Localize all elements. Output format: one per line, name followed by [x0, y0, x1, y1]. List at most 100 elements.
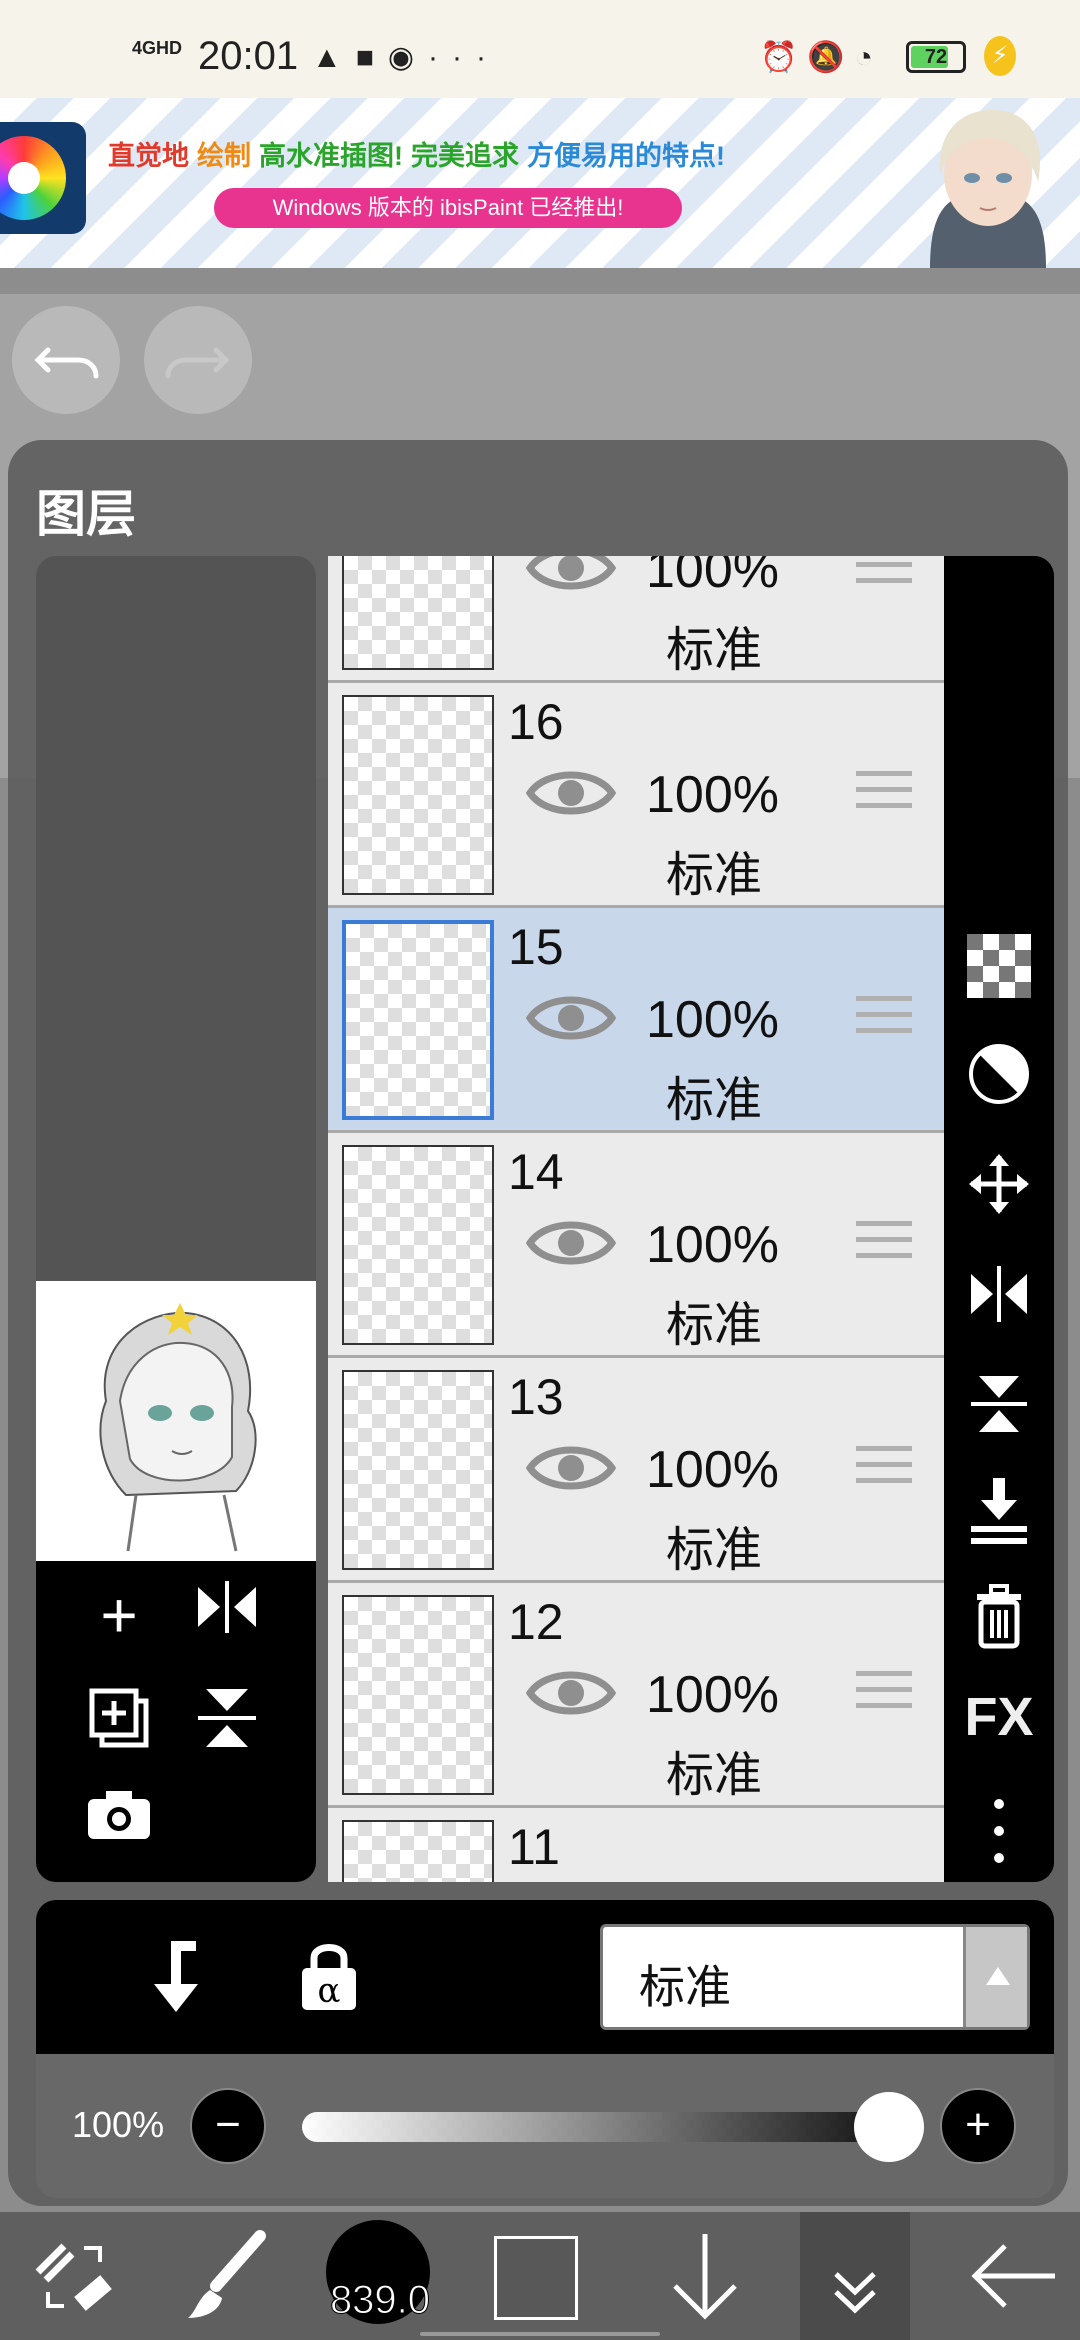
- layer-row[interactable]: 15 100% 标准: [328, 908, 944, 1133]
- layer-rows: 100% 标准 16 100% 标准 15 100% 标准 14 100% 标准 13 100% 标准 12…: [328, 556, 944, 1882]
- dropdown-arrow-icon[interactable]: [963, 1927, 1027, 2027]
- back-button[interactable]: [960, 2212, 1070, 2340]
- camera-button[interactable]: [74, 1783, 164, 1863]
- eye-icon[interactable]: [526, 1663, 616, 1723]
- opacity-slider-thumb[interactable]: [854, 2092, 924, 2162]
- layer-opacity: 100%: [646, 991, 779, 1049]
- opacity-slider[interactable]: [302, 2112, 906, 2142]
- undo-icon: [34, 347, 99, 379]
- layer-thumbnail[interactable]: [342, 1145, 494, 1345]
- layer-panel: 图层 + 100% 标准 16 100% 标准 15 100% 标准 14 10…: [8, 440, 1068, 2206]
- alarm-icon: ⏰: [760, 41, 808, 74]
- layer-flip-vertical-button[interactable]: [944, 1372, 1054, 1449]
- ad-headline-segment: 方便易用的特点!: [527, 141, 725, 171]
- clip-arrow-icon: [154, 1941, 198, 2012]
- layer-row[interactable]: 16 100% 标准: [328, 683, 944, 908]
- eye-icon[interactable]: [526, 988, 616, 1048]
- drag-handle-icon[interactable]: [856, 1221, 912, 1269]
- flip-vertical-icon: [971, 1376, 1027, 1432]
- layer-row[interactable]: 1166%: [328, 1808, 944, 1882]
- eye-icon[interactable]: [526, 1213, 616, 1273]
- redo-button[interactable]: [144, 306, 252, 414]
- brush-icon: [188, 2230, 266, 2318]
- half-circle-icon: [969, 1044, 1029, 1104]
- layer-number: 16: [508, 694, 564, 750]
- mute-icon: 🔕: [807, 41, 855, 74]
- layer-thumbnail[interactable]: [342, 1595, 494, 1795]
- layer-opacity: 100%: [646, 1216, 779, 1274]
- drag-handle-icon[interactable]: [856, 556, 912, 594]
- add-layer-button[interactable]: +: [74, 1575, 164, 1655]
- status-bar: 4GHD 20:01 ▲■◉··· ⏰🔕◔ 72 ⚡: [0, 0, 1080, 98]
- move-layer-button[interactable]: [944, 1152, 1054, 1229]
- eye-icon[interactable]: [526, 763, 616, 823]
- clip-to-below-button[interactable]: [140, 1936, 210, 2031]
- layer-row[interactable]: 13 100% 标准: [328, 1358, 944, 1583]
- blend-mode-select[interactable]: 标准: [600, 1924, 1030, 2030]
- layer-down-button[interactable]: [650, 2212, 760, 2340]
- arrow-down-icon: [673, 2234, 737, 2320]
- opacity-label: 100%: [72, 2104, 165, 2145]
- flip-horizontal-button[interactable]: [182, 1575, 272, 1655]
- opacity-minus-button[interactable]: −: [190, 2088, 266, 2164]
- brush-tool-button[interactable]: [170, 2212, 280, 2340]
- drag-handle-icon[interactable]: [856, 1671, 912, 1719]
- eye-icon[interactable]: [526, 1438, 616, 1498]
- layer-thumbnail[interactable]: [342, 1820, 494, 1882]
- tool-switch-button[interactable]: [14, 2212, 134, 2340]
- drag-handle-icon[interactable]: [856, 1446, 912, 1494]
- layer-number: 14: [508, 1144, 564, 1200]
- home-indicator: [420, 2332, 660, 2336]
- layer-number: 11: [508, 1819, 560, 1875]
- ad-subline: Windows 版本的 ibisPaint 已经推出!: [214, 188, 682, 228]
- camera-icon: [88, 1791, 150, 1839]
- layer-number: 13: [508, 1369, 564, 1425]
- layer-row[interactable]: 14 100% 标准: [328, 1133, 944, 1358]
- layer-blend-mode: 标准: [666, 1299, 763, 1352]
- layer-opacity: 100%: [646, 766, 779, 824]
- opacity-plus-button[interactable]: +: [940, 2088, 1016, 2164]
- fx-button[interactable]: FX: [944, 1686, 1054, 1748]
- bottom-toolbar: 839.0: [0, 2212, 1080, 2340]
- layer-row[interactable]: 12 100% 标准: [328, 1583, 944, 1808]
- ad-headline-segment: 绘制: [197, 141, 251, 171]
- merge-down-button[interactable]: [944, 1476, 1054, 1559]
- layer-thumbnail[interactable]: [342, 695, 494, 895]
- layer-row[interactable]: 100% 标准: [328, 556, 944, 683]
- vertical-dots-icon: [994, 1799, 1004, 1863]
- layer-opacity: 100%: [646, 556, 779, 599]
- app-icon: ◉: [387, 41, 429, 74]
- qq-icon: ▲: [312, 41, 356, 74]
- delete-layer-button[interactable]: [944, 1580, 1054, 1663]
- ad-headline-segment: 完美追求: [411, 141, 519, 171]
- color-swatch-button[interactable]: [494, 2236, 578, 2320]
- svg-text:α: α: [318, 1971, 341, 2011]
- layer-blend-mode: 标准: [666, 849, 763, 902]
- brush-eraser-switch-icon: [35, 2243, 112, 2311]
- layer-panel-toggle-button[interactable]: [800, 2212, 910, 2340]
- more-options-button[interactable]: [944, 1796, 1054, 1866]
- layer-blend-mode: 标准: [666, 1524, 763, 1577]
- alpha-lock-icon: α: [302, 1944, 356, 2011]
- layer-thumbnail[interactable]: [342, 1370, 494, 1570]
- arrow-left-icon: [971, 2244, 1055, 2308]
- undo-button[interactable]: [12, 306, 120, 414]
- clipping-button[interactable]: [944, 1042, 1054, 1119]
- layer-thumbnail[interactable]: [342, 920, 494, 1120]
- layer-thumbnail[interactable]: [342, 556, 494, 670]
- flip-vertical-button[interactable]: [182, 1683, 272, 1771]
- eye-icon[interactable]: [526, 556, 616, 598]
- canvas-thumbnail[interactable]: [36, 1281, 316, 1561]
- layer-blend-mode: 标准: [666, 1074, 763, 1127]
- layer-flip-horizontal-button[interactable]: [944, 1262, 1054, 1339]
- alpha-lock-button[interactable]: α: [294, 1936, 364, 2031]
- layer-preview-column: +: [36, 556, 316, 1882]
- ad-character-illustration: [930, 109, 1046, 268]
- ad-banner[interactable]: 直觉地 绘制 高水准插图! 完美追求 方便易用的特点! Windows 版本的 ibis…: [0, 98, 1080, 268]
- copy-layer-button[interactable]: [74, 1683, 164, 1771]
- drag-handle-icon[interactable]: [856, 771, 912, 819]
- copy-layer-icon: [89, 1688, 149, 1748]
- drag-handle-icon[interactable]: [856, 996, 912, 1044]
- color-wheel-icon: [0, 136, 66, 220]
- transparent-layer-button[interactable]: [944, 934, 1054, 1011]
